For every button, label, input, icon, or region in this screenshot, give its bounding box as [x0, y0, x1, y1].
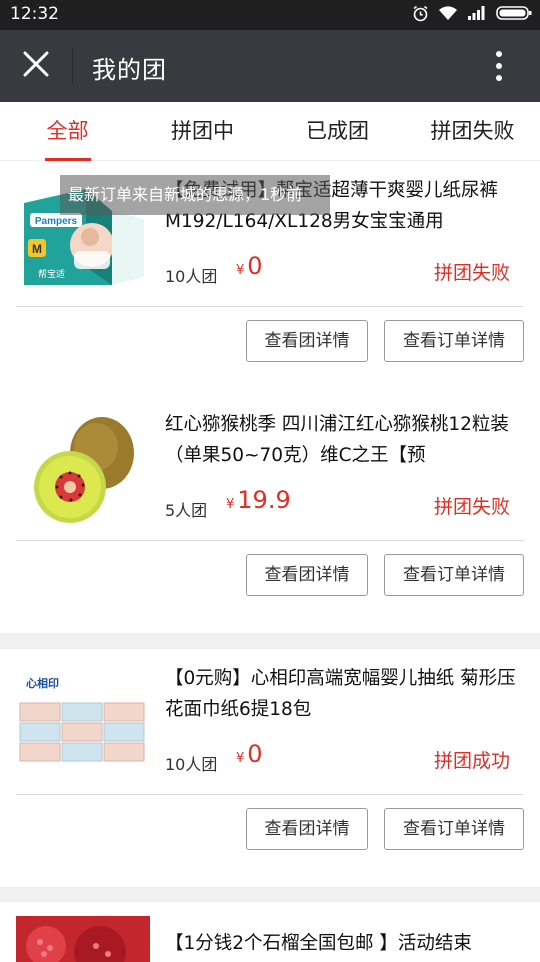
divider [16, 306, 524, 307]
brand-logo: 心相印 [26, 676, 59, 690]
price-value: 0 [247, 252, 263, 280]
group-status: 拼团失败 [433, 496, 510, 518]
currency-symbol: ¥ [226, 497, 235, 512]
close-button[interactable] [14, 44, 58, 88]
tab-bar: 全部 拼团中 已成团 拼团失败 [0, 102, 540, 161]
view-order-details-button[interactable]: 查看订单详情 [384, 808, 524, 850]
team-size: 10人团 [165, 755, 218, 774]
currency-symbol: ¥ [236, 751, 245, 766]
currency-symbol: ¥ [236, 263, 245, 278]
view-group-details-button[interactable]: 查看团详情 [246, 554, 368, 596]
tab-in-progress[interactable]: 拼团中 [135, 102, 270, 160]
order-card: Pampers M 帮宝适 【免费试用】帮宝适超薄干爽婴儿纸尿裤M192/L16… [0, 161, 540, 399]
pampers-logo: Pampers [35, 216, 78, 227]
recent-order-toast: 最新订单来自新城的思源，1秒前 [60, 175, 330, 215]
status-icons [412, 5, 532, 25]
order-card: 【1分钱2个石榴全国包邮 】活动结束 [0, 902, 540, 962]
order-card: 红心猕猴桃季 四川浦江红心猕猴桃12粒装（单果50~70克）维C之王【预 5人团… [0, 395, 540, 633]
cn-brand-label: 帮宝适 [38, 268, 65, 280]
signal-icon [467, 5, 487, 25]
tab-formed[interactable]: 已成团 [270, 102, 405, 160]
wifi-icon [438, 5, 458, 25]
status-time: 12:32 [10, 4, 59, 24]
price-value: 0 [247, 740, 263, 768]
view-group-details-button[interactable]: 查看团详情 [246, 808, 368, 850]
close-icon [23, 51, 49, 81]
product-title[interactable]: 【1分钱2个石榴全国包邮 】活动结束 [165, 928, 525, 962]
product-image-kiwi[interactable] [16, 415, 150, 525]
price: ¥0 [236, 252, 263, 280]
team-size: 5人团 [165, 501, 208, 520]
order-card: 心相印 【0元购】心相印高端宽幅婴儿抽纸 菊形压花面巾纸6提18包 10人团 ¥… [0, 649, 540, 887]
product-title[interactable]: 【0元购】心相印高端宽幅婴儿抽纸 菊形压花面巾纸6提18包 [165, 663, 525, 725]
divider [16, 794, 524, 795]
price: ¥0 [236, 740, 263, 768]
view-group-details-button[interactable]: 查看团详情 [246, 320, 368, 362]
product-image-tissues[interactable]: 心相印 [16, 669, 150, 779]
team-size: 10人团 [165, 267, 218, 286]
more-vertical-icon [496, 51, 502, 57]
more-button[interactable] [484, 48, 514, 84]
app-bar: 我的团 [0, 30, 540, 102]
group-status: 拼团失败 [433, 262, 510, 284]
product-image-pomegranate[interactable] [16, 916, 150, 962]
product-title[interactable]: 红心猕猴桃季 四川浦江红心猕猴桃12粒装（单果50~70克）维C之王【预 [165, 409, 525, 471]
price: ¥19.9 [226, 486, 291, 514]
size-label: M [32, 242, 42, 256]
page-title: 我的团 [92, 56, 167, 84]
alarm-icon [412, 5, 429, 26]
view-order-details-button[interactable]: 查看订单详情 [384, 554, 524, 596]
appbar-divider [72, 48, 73, 84]
divider [16, 540, 524, 541]
price-value: 19.9 [237, 486, 291, 514]
group-status: 拼团成功 [433, 750, 510, 772]
tab-all[interactable]: 全部 [0, 102, 135, 161]
battery-icon [496, 5, 532, 25]
status-bar: 12:32 [0, 0, 540, 30]
view-order-details-button[interactable]: 查看订单详情 [384, 320, 524, 362]
tab-failed[interactable]: 拼团失败 [405, 102, 540, 160]
